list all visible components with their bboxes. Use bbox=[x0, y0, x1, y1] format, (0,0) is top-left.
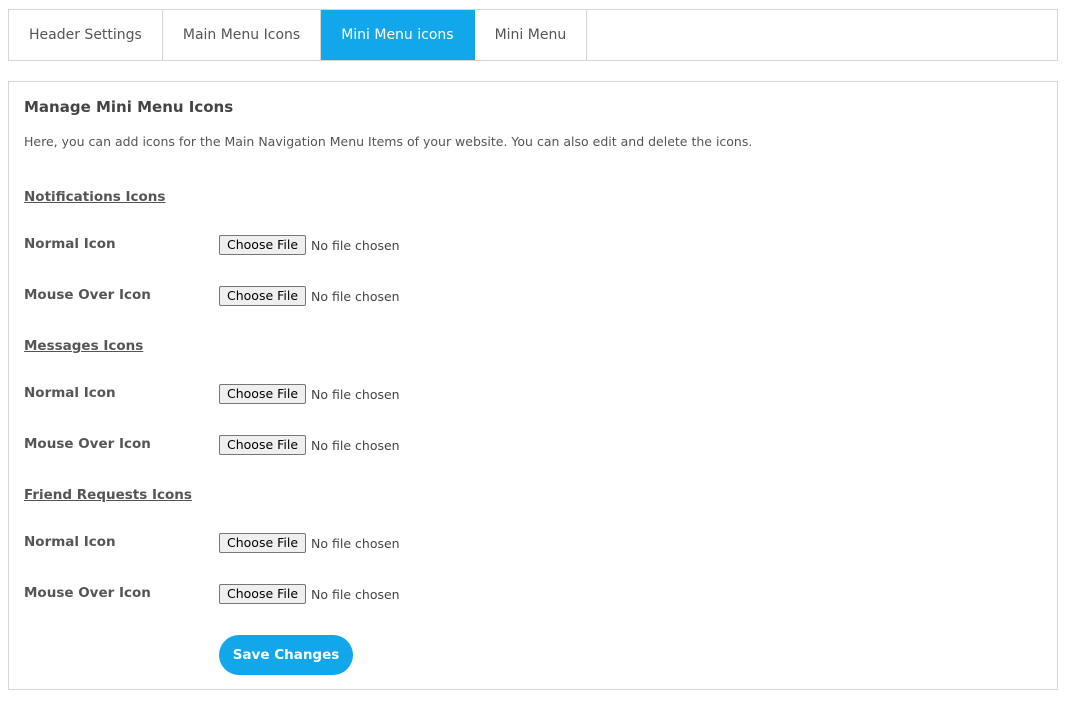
panel-title: Manage Mini Menu Icons bbox=[24, 98, 234, 116]
section-heading-messages: Messages Icons bbox=[24, 338, 144, 354]
notifications-mouse-over-icon-label: Mouse Over Icon bbox=[24, 287, 151, 303]
file-status: No file chosen bbox=[311, 386, 400, 402]
notifications-normal-icon-file-input: Choose File No file chosen bbox=[219, 235, 400, 255]
settings-tabs: Header Settings Main Menu Icons Mini Men… bbox=[8, 9, 1058, 61]
notifications-normal-icon-label: Normal Icon bbox=[24, 236, 116, 252]
friend-requests-mouse-over-icon-label: Mouse Over Icon bbox=[24, 585, 151, 601]
messages-normal-icon-file-input: Choose File No file chosen bbox=[219, 384, 400, 404]
choose-file-button[interactable]: Choose File bbox=[219, 384, 307, 404]
messages-normal-icon-label: Normal Icon bbox=[24, 385, 116, 401]
tab-main-menu-icons[interactable]: Main Menu Icons bbox=[163, 10, 322, 60]
save-changes-button[interactable]: Save Changes bbox=[219, 635, 353, 675]
friend-requests-mouse-over-icon-file-input: Choose File No file chosen bbox=[219, 584, 400, 604]
choose-file-button[interactable]: Choose File bbox=[219, 584, 307, 604]
choose-file-button[interactable]: Choose File bbox=[219, 435, 307, 455]
tab-header-settings[interactable]: Header Settings bbox=[9, 10, 163, 60]
mini-menu-icons-panel: Manage Mini Menu Icons Here, you can add… bbox=[8, 81, 1058, 690]
tab-mini-menu[interactable]: Mini Menu bbox=[475, 10, 588, 60]
section-heading-notifications: Notifications Icons bbox=[24, 189, 166, 205]
file-status: No file chosen bbox=[311, 586, 400, 602]
messages-mouse-over-icon-label: Mouse Over Icon bbox=[24, 436, 151, 452]
choose-file-button[interactable]: Choose File bbox=[219, 286, 307, 306]
file-status: No file chosen bbox=[311, 535, 400, 551]
file-status: No file chosen bbox=[311, 237, 400, 253]
choose-file-button[interactable]: Choose File bbox=[219, 533, 307, 553]
file-status: No file chosen bbox=[311, 288, 400, 304]
section-heading-friend-requests: Friend Requests Icons bbox=[24, 487, 192, 503]
file-status: No file chosen bbox=[311, 437, 400, 453]
friend-requests-normal-icon-file-input: Choose File No file chosen bbox=[219, 533, 400, 553]
messages-mouse-over-icon-file-input: Choose File No file chosen bbox=[219, 435, 400, 455]
tab-mini-menu-icons[interactable]: Mini Menu icons bbox=[321, 10, 475, 60]
panel-description: Here, you can add icons for the Main Nav… bbox=[24, 134, 753, 149]
notifications-mouse-over-icon-file-input: Choose File No file chosen bbox=[219, 286, 400, 306]
choose-file-button[interactable]: Choose File bbox=[219, 235, 307, 255]
friend-requests-normal-icon-label: Normal Icon bbox=[24, 534, 116, 550]
